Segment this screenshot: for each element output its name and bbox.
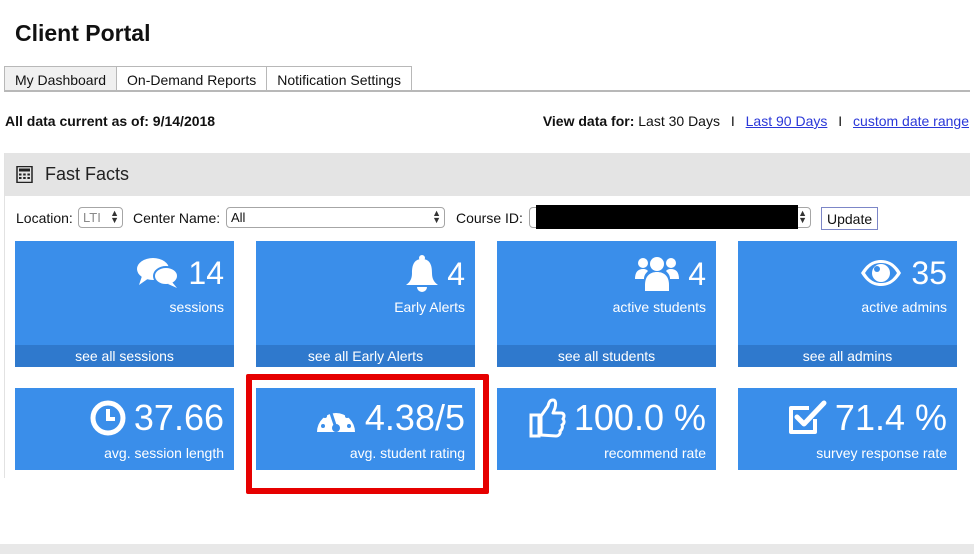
calculator-icon (16, 166, 33, 183)
range-separator: I (838, 113, 843, 129)
page-title: Client Portal (15, 20, 151, 46)
survey-response-rate-value: 71.4 % (834, 397, 947, 438)
users-icon (634, 255, 680, 293)
data-current-date: All data current as of: 9/14/2018 (5, 113, 216, 129)
view-data-label: View data for: (542, 113, 635, 129)
recommend-rate-tile: 100.0 % recommend rate (497, 388, 716, 470)
dashboard-gauge-icon (315, 402, 357, 434)
active-students-count: 4 (688, 256, 706, 292)
recommend-rate-label: recommend rate (604, 445, 706, 461)
view-data-selector: View data for: Last 30 Days I Last 90 Da… (543, 113, 969, 129)
avg-student-rating-tile: 4.38/5 avg. student rating (256, 388, 475, 470)
client-portal-page: Client Portal My Dashboard On-Demand Rep… (0, 0, 974, 554)
location-label: Location: (16, 210, 73, 226)
bottom-divider (0, 544, 974, 554)
sessions-count: 14 (188, 255, 224, 291)
filter-bar: Location: LTI ▲ ▼ Center Name: All ▲ ▼ Cou… (5, 203, 971, 233)
center-name-label: Center Name: (133, 210, 221, 226)
thumbs-up-icon (528, 398, 566, 438)
see-all-early-alerts-link[interactable]: see all Early Alerts (256, 345, 475, 367)
avg-session-length-label: avg. session length (104, 445, 224, 461)
panel-header: Fast Facts (5, 153, 970, 196)
update-button[interactable]: Update (821, 207, 879, 230)
sessions-tile: 14 sessions see all sessions (15, 241, 234, 367)
active-students-tile: 4 active students see all students (497, 241, 716, 367)
clock-icon (90, 400, 126, 436)
avg-student-rating-value: 4.38/5 (364, 397, 465, 438)
comments-icon (136, 256, 180, 290)
select-arrows-icon: ▲ ▼ (798, 208, 807, 225)
avg-student-rating-label: avg. student rating (349, 445, 465, 461)
tab-notification-settings[interactable]: Notification Settings (266, 66, 412, 91)
select-arrows-icon: ▲ ▼ (432, 208, 441, 225)
active-admins-tile: 35 active admins see all admins (738, 241, 957, 367)
center-name-value: All (231, 210, 246, 225)
early-alerts-label: Early Alerts (394, 299, 465, 315)
see-all-students-link[interactable]: see all students (497, 345, 716, 367)
recommend-rate-value: 100.0 % (573, 397, 706, 438)
active-admins-count: 35 (911, 255, 947, 291)
bell-icon (405, 255, 439, 293)
tab-my-dashboard[interactable]: My Dashboard (4, 66, 118, 91)
current-range: Last 30 Days (638, 113, 720, 129)
avg-session-length-tile: 37.66 avg. session length (15, 388, 234, 470)
custom-date-range-link[interactable]: custom date range (853, 113, 969, 129)
survey-response-rate-label: survey response rate (816, 445, 947, 461)
active-admins-label: active admins (861, 299, 947, 315)
sessions-label: sessions (169, 299, 224, 315)
check-square-icon (787, 399, 827, 437)
eye-icon (859, 259, 903, 287)
location-select[interactable]: LTI ▲ ▼ (78, 207, 123, 228)
see-all-sessions-link[interactable]: see all sessions (15, 345, 234, 367)
range-separator: I (730, 113, 735, 129)
early-alerts-tile: 4 Early Alerts see all Early Alerts (256, 241, 475, 367)
location-value: LTI (83, 210, 101, 225)
center-name-select[interactable]: All ▲ ▼ (226, 207, 445, 228)
last-90-days-link[interactable]: Last 90 Days (746, 113, 828, 129)
tab-divider (4, 90, 970, 92)
tab-bar: My Dashboard On-Demand Reports Notificat… (4, 66, 412, 91)
early-alerts-count: 4 (447, 256, 465, 292)
redacted-course-id (536, 205, 798, 229)
active-students-label: active students (612, 299, 706, 315)
panel-title: Fast Facts (45, 164, 130, 184)
see-all-admins-link[interactable]: see all admins (738, 345, 957, 367)
course-id-label: Course ID: (456, 210, 523, 226)
tab-on-demand-reports[interactable]: On-Demand Reports (116, 66, 268, 91)
select-arrows-icon: ▲ ▼ (110, 208, 119, 225)
survey-response-rate-tile: 71.4 % survey response rate (738, 388, 957, 470)
avg-session-length-value: 37.66 (133, 397, 224, 438)
